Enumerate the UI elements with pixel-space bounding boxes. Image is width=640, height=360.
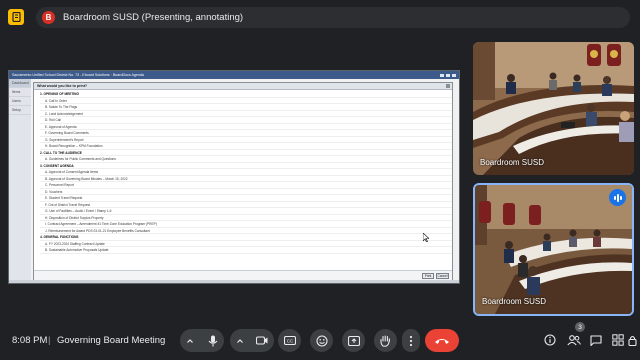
participant-tile-active[interactable]: Boardroom SUSD [473,183,634,316]
more-options-button[interactable] [402,329,420,352]
mic-icon [208,335,218,346]
svg-text:CC: CC [286,338,293,343]
people-icon[interactable] [567,333,581,347]
avatar: B [42,11,55,24]
app-status-bar [9,280,459,283]
app-titlebar: Sacramento Unified School District No. 7… [9,71,459,79]
people-count-badge: 3 [575,322,585,332]
presenting-chip[interactable]: B Boardroom SUSD (Presenting, annotating… [36,7,630,28]
agenda-list: 1. OPENING OF MEETING A. Call to Order B. … [34,90,452,254]
nav-item-dashboard[interactable]: Dashboard [9,79,31,88]
clock: 8:08 PM [12,335,48,346]
chevron-up-icon[interactable] [186,337,194,345]
camera-button[interactable] [230,329,274,352]
shared-screen: Sacramento Unified School District No. 7… [8,70,460,284]
camera-icon [256,336,268,345]
top-bar: B Boardroom SUSD (Presenting, annotating… [0,0,640,34]
emoji-button[interactable] [310,329,333,352]
notes-icon[interactable] [8,9,24,25]
speaking-icon [609,189,626,206]
separator: | [48,335,51,346]
nav-item-items[interactable]: Items [9,88,31,97]
chevron-up-icon[interactable] [236,337,244,345]
bottom-bar: 8:08 PM | Governing Board Meeting CC [0,320,640,360]
emoji-icon [315,334,328,347]
chat-icon[interactable] [589,333,603,347]
app-title: Sacramento Unified School District No. 7… [12,73,144,77]
captions-icon: CC [283,336,296,345]
nav-item-setup[interactable]: Setup [9,106,31,115]
cursor-icon [422,229,430,247]
presenting-label: Boardroom SUSD (Presenting, annotating) [63,12,244,23]
cancel-button[interactable]: Cancel [436,273,449,279]
lock-icon[interactable] [627,333,637,347]
info-icon[interactable] [543,333,557,347]
close-icon[interactable] [446,84,450,88]
app-nav: Dashboard Items Users Setup [9,79,31,283]
dialog-titlebar: What would you like to print? [34,83,452,90]
meet-window: B Boardroom SUSD (Presenting, annotating… [0,0,640,360]
window-controls [440,73,459,77]
participant-name: Boardroom SUSD [480,158,545,167]
mic-button[interactable] [180,329,224,352]
video-feed [473,42,634,175]
print-button[interactable]: Print [422,273,434,279]
raise-hand-button[interactable] [374,329,397,352]
agenda-item[interactable]: B. Sustainable Automotive Proposals Upda… [40,247,452,254]
call-end-icon [435,338,449,344]
participant-tile[interactable]: Boardroom SUSD [473,42,634,175]
print-dialog: What would you like to print? 1. OPENING… [33,82,453,281]
activities-icon[interactable] [611,333,625,347]
present-icon [347,335,360,346]
present-button[interactable] [342,329,365,352]
nav-item-users[interactable]: Users [9,97,31,106]
captions-button[interactable]: CC [278,329,301,352]
video-feed [475,185,632,314]
dialog-footer: Print Cancel [34,270,452,280]
participant-name: Boardroom SUSD [482,297,547,306]
leave-call-button[interactable] [425,329,459,352]
dialog-title: What would you like to print? [37,84,88,88]
more-vert-icon [409,335,413,346]
raise-hand-icon [380,334,390,347]
meeting-title: Governing Board Meeting [57,335,166,346]
